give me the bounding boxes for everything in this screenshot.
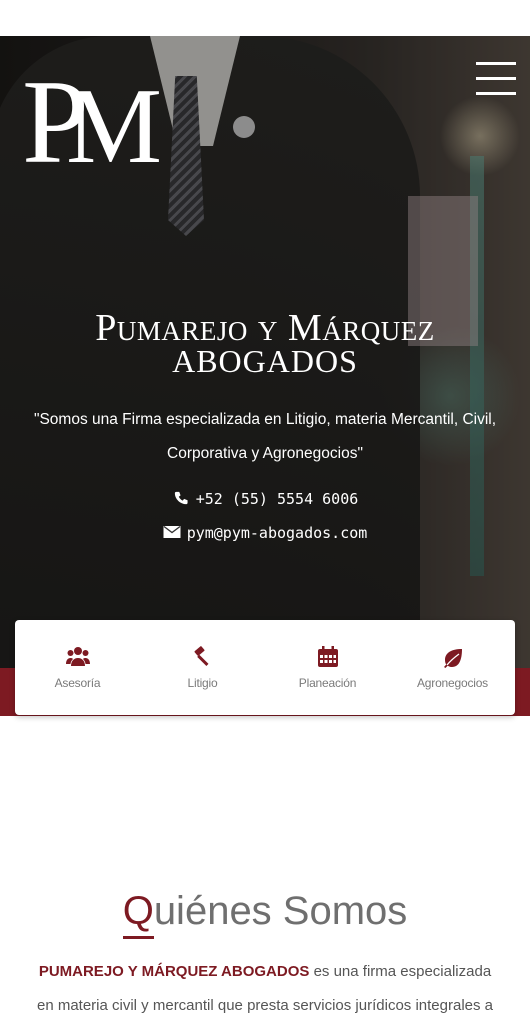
service-agronegocios[interactable]: Agronegocios [390, 620, 515, 715]
service-planeacion[interactable]: Planeación [265, 620, 390, 715]
leaf-icon [443, 649, 462, 668]
service-label: Planeación [298, 676, 357, 690]
phone-icon [174, 491, 188, 505]
email-link[interactable]: pym@pym-abogados.com [0, 524, 530, 542]
calendar-icon [317, 646, 338, 667]
phone-link[interactable]: +52 (55) 5554 6006 [0, 490, 530, 508]
about-text: PUMAREJO Y MÁRQUEZ ABOGADOS es una firma… [30, 955, 500, 1023]
hero-section: P M Pumarejo y Márquez ABOGADOS "Somos u… [0, 36, 530, 668]
logo[interactable]: P M [22, 55, 162, 188]
services-bar: Asesoría Litigio Planeación Agronegocios [15, 620, 515, 715]
section-title-rest: uiénes Somos [153, 889, 408, 934]
hamburger-menu-icon[interactable] [476, 62, 516, 96]
svg-text:M: M [66, 67, 159, 169]
users-icon [65, 647, 90, 666]
service-label: Litigio [187, 676, 218, 690]
top-strip [0, 0, 530, 36]
email-address: pym@pym-abogados.com [186, 524, 368, 542]
gavel-icon [194, 646, 209, 667]
service-litigio[interactable]: Litigio [140, 620, 265, 715]
section-title-quienes-somos: Quiénes Somos [0, 889, 530, 934]
service-asesoria[interactable]: Asesoría [15, 620, 140, 715]
hero-slogan: "Somos una Firma especializada en Litigi… [33, 411, 497, 462]
service-label: Asesoría [54, 676, 101, 690]
section-title-first-letter: Q [122, 889, 154, 934]
envelope-icon [163, 525, 181, 538]
service-label: Agronegocios [417, 676, 488, 690]
firm-name: PUMAREJO Y MÁRQUEZ ABOGADOS [38, 963, 310, 980]
phone-number: +52 (55) 5554 6006 [195, 490, 359, 508]
hero-title-line2: ABOGADOS [172, 343, 358, 379]
pm-logo-icon: P M [22, 55, 162, 188]
